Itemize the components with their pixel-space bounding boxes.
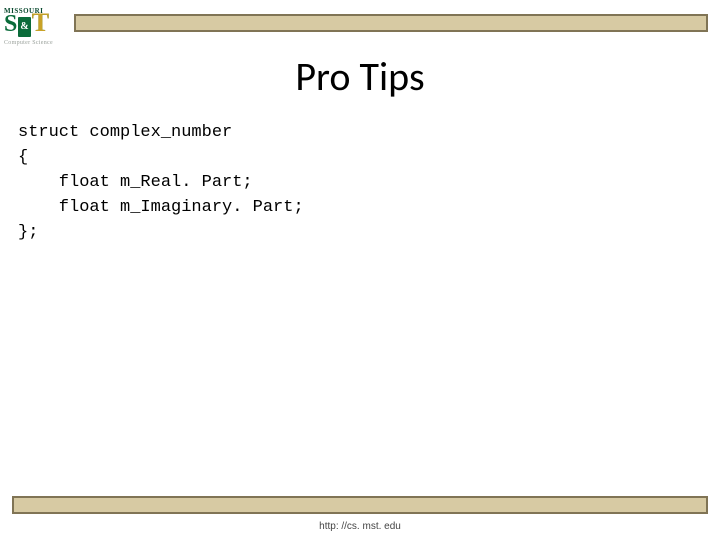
- slide-body: struct complex_number { float m_Real. Pa…: [18, 120, 702, 245]
- logo-t: T: [32, 14, 49, 32]
- university-logo: MISSOURI S&T Computer Science: [4, 8, 66, 58]
- code-line: struct complex_number: [18, 123, 232, 142]
- logo-amp: &: [18, 17, 30, 37]
- code-line: };: [18, 223, 38, 242]
- logo-s: S: [4, 15, 17, 33]
- logo-monogram: S&T: [4, 14, 66, 39]
- code-line: float m_Imaginary. Part;: [18, 198, 304, 217]
- code-line: {: [18, 148, 28, 167]
- code-block: struct complex_number { float m_Real. Pa…: [18, 120, 702, 245]
- header-bar: [74, 14, 708, 32]
- footer-bar: [12, 496, 708, 514]
- header: MISSOURI S&T Computer Science: [0, 8, 720, 56]
- slide: MISSOURI S&T Computer Science Pro Tips s…: [0, 0, 720, 540]
- logo-subtitle: Computer Science: [4, 40, 66, 46]
- code-line: float m_Real. Part;: [18, 173, 253, 192]
- slide-title: Pro Tips: [0, 52, 720, 101]
- footer-url: http: //cs. mst. edu: [0, 521, 720, 532]
